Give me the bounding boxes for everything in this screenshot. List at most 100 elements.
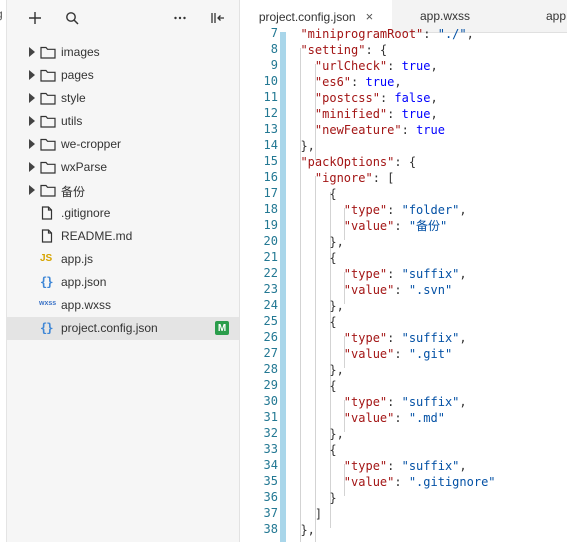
line-number: 10 [263,74,278,88]
tree-item-wxparse[interactable]: wxParse [7,156,239,179]
tree-item-label: pages [61,68,94,82]
code-line: }, [286,235,344,249]
git-modified-badge: M [215,321,229,335]
json-file-icon: {} [40,275,53,289]
code-line: { [286,187,337,201]
code-line: "value": "备份" [343,219,448,233]
tree-item-readme-md[interactable]: README.md [7,225,239,248]
line-number: 13 [263,122,278,136]
folder-icon [40,138,56,151]
js-file-icon: JS [40,253,53,264]
code-line: "type": "suffix", [343,395,467,409]
line-number: 16 [263,170,278,184]
code-line: "value": ".git" [343,347,453,361]
line-number: 38 [263,522,278,536]
chevron-right-icon[interactable] [29,185,35,195]
line-number: 30 [263,394,278,408]
search-icon[interactable] [63,9,81,27]
chevron-right-icon[interactable] [29,93,35,103]
code-line: "minified": true, [314,107,438,121]
chevron-right-icon[interactable] [29,116,35,126]
line-number: 29 [263,378,278,392]
line-number: 35 [263,474,278,488]
json-file-icon: {} [40,321,53,335]
tree-item-label: utils [61,114,83,128]
tree-item-label: README.md [61,229,133,243]
tab-label: project.config.json [258,9,356,24]
line-number: 20 [263,234,278,248]
line-number: 27 [263,346,278,360]
code-line: "type": "suffix", [343,331,467,345]
line-number: 33 [263,442,278,456]
code-line: }, [286,523,315,537]
line-number: 17 [263,186,278,200]
line-number: 25 [263,314,278,328]
line-number: 24 [263,298,278,312]
code-line: "type": "folder", [343,203,467,217]
tree-item-[interactable]: 备份 [7,179,239,202]
code-line: "setting": { [300,43,388,57]
line-number: 12 [263,106,278,120]
code-line: }, [286,139,315,153]
chevron-right-icon[interactable] [29,162,35,172]
tree-item-app-js[interactable]: JS app.js [7,248,239,271]
code-line: ] [286,507,323,521]
edge-icon: g [0,7,3,21]
more-icon[interactable] [171,9,189,27]
close-icon[interactable]: × [366,9,374,24]
tree-item-label: app.js [61,252,94,266]
chevron-right-icon[interactable] [29,70,35,80]
tab-app[interactable]: app [546,0,567,32]
line-number: 8 [270,42,278,56]
collapse-icon[interactable] [209,9,227,27]
folder-icon [40,184,56,197]
code-line: "urlCheck": true, [314,59,438,73]
line-number: 34 [263,458,278,472]
file-icon [41,206,57,220]
tree-item-gitignore[interactable]: .gitignore [7,202,239,225]
code-line: "type": "suffix", [343,459,467,473]
tree-item-label: images [61,45,100,59]
tree-item-app-json[interactable]: {} app.json [7,271,239,294]
code-line: { [286,443,337,457]
chevron-right-icon[interactable] [29,47,35,57]
tree-item-pages[interactable]: pages [7,64,239,87]
code-line: }, [286,299,344,313]
code-line: "postcss": false, [314,91,438,105]
line-number: 9 [270,58,278,72]
line-number: 23 [263,282,278,296]
folder-icon [40,115,56,128]
tree-item-app-wxss[interactable]: wxss app.wxss [7,294,239,317]
line-number: 15 [263,154,278,168]
code-line: } [286,491,337,505]
folder-icon [40,92,56,105]
tree-item-label: app.json [61,275,107,289]
tree-item-images[interactable]: images [7,41,239,64]
code-line: "value": ".gitignore" [343,475,496,489]
tab-label: app.wxss [419,9,471,23]
code-line: "type": "suffix", [343,267,467,281]
tree-item-label: 备份 [61,185,86,199]
add-icon[interactable] [26,9,44,27]
tree-item-label: project.config.json [61,321,158,335]
file-explorer: images pages style utils we-cropper wxParse 备份… [7,0,240,542]
file-icon [41,229,57,243]
tree-item-project-config-json[interactable]: {} project.config.json M [7,317,239,340]
line-number: 31 [263,410,278,424]
tree-item-we-cropper[interactable]: we-cropper [7,133,239,156]
code-line: "newFeature": true [314,123,445,137]
tree-item-label: .gitignore [61,206,111,220]
code-line: "value": ".md" [343,411,445,425]
tree-item-utils[interactable]: utils [7,110,239,133]
chevron-right-icon[interactable] [29,139,35,149]
tree-item-style[interactable]: style [7,87,239,110]
wxss-file-icon: wxss [39,300,57,307]
tree-item-label: app.wxss [61,298,112,312]
line-number: 21 [263,250,278,264]
code-line: { [286,315,337,329]
code-line: "es6": true, [314,75,402,89]
tab-label: app [546,9,567,23]
line-number: 18 [263,202,278,216]
line-number: 11 [263,90,278,104]
code-line: { [286,251,337,265]
